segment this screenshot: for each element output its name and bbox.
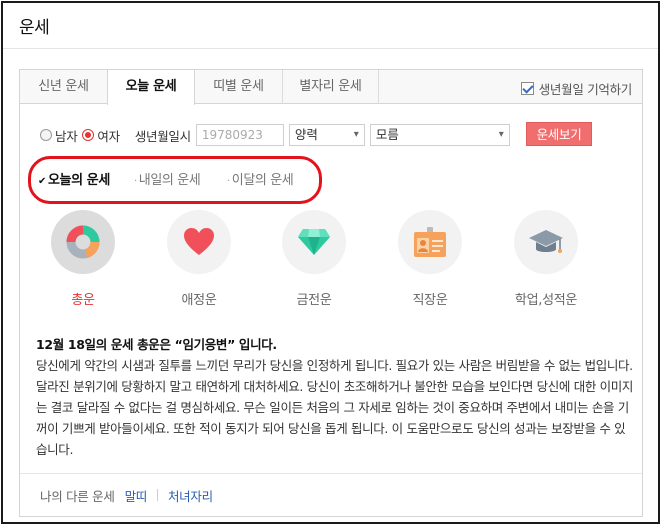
donut-chart-icon	[51, 210, 115, 274]
category-money[interactable]: 금전운	[281, 210, 347, 308]
check-icon: ✔	[38, 176, 46, 187]
diamond-icon	[282, 210, 346, 274]
birth-label: 생년월일시	[134, 128, 191, 144]
header: 운세	[3, 3, 658, 49]
category-overall[interactable]: 총운	[50, 210, 116, 308]
id-badge-icon	[398, 210, 462, 274]
tab-constellation[interactable]: 별자리 운세	[283, 70, 379, 104]
subtab-today-label: 오늘의 운세	[47, 173, 110, 188]
view-fortune-button[interactable]: 운세보기	[526, 122, 592, 146]
gender-female-radio[interactable]	[82, 129, 95, 141]
subtab-today[interactable]: ✔ 오늘의 운세	[38, 169, 110, 188]
fortune-title: 12월 18일의 운세 총운은 “임기응변” 입니다.	[36, 337, 277, 352]
category-love[interactable]: 애정운	[166, 210, 232, 308]
link-horse-zodiac[interactable]: 말띠	[125, 486, 148, 505]
remember-label: 생년월일 기억하기	[538, 82, 633, 97]
gender-female-label: 여자	[97, 128, 120, 144]
other-fortunes: 나의 다른 운세 말띠 처녀자리	[20, 473, 642, 516]
subtab-this-month[interactable]: · 이달의 운세	[227, 169, 294, 188]
tab-zodiac-animal[interactable]: 띠별 운세	[195, 70, 283, 104]
fortune-panel: 신년 운세 오늘 운세 띠별 운세 별자리 운세 생년월일 기억하기 남자 여자…	[19, 69, 643, 517]
subtab-this-month-label: 이달의 운세	[231, 173, 294, 188]
calendar-select[interactable]: 양력	[288, 124, 365, 146]
tab-bar: 신년 운세 오늘 운세 띠별 운세 별자리 운세 생년월일 기억하기	[20, 70, 642, 105]
footer-divider	[156, 489, 158, 501]
category-overall-label: 총운	[71, 293, 95, 308]
other-fortunes-label: 나의 다른 운세	[40, 488, 115, 504]
tab-new-year[interactable]: 신년 운세	[20, 70, 108, 104]
birthdate-input[interactable]: 19780923	[195, 124, 284, 146]
subtab-tomorrow[interactable]: · 내일의 운세	[134, 169, 201, 188]
category-study-label: 학업,성적운	[514, 293, 578, 308]
bullet-icon: ·	[227, 176, 230, 187]
category-work[interactable]: 직장운	[397, 210, 463, 308]
birth-form: 남자 여자 생년월일시 19780923 양력 모름	[40, 124, 510, 146]
heart-icon	[167, 210, 231, 274]
category-love-label: 애정운	[181, 293, 217, 308]
birth-time-select[interactable]: 모름	[369, 124, 510, 146]
subtab-tomorrow-label: 내일의 운세	[138, 173, 201, 188]
fortune-body: 당신에게 약간의 시샘과 질투를 느끼던 무리가 당신을 인정하게 됩니다. 필…	[36, 358, 634, 457]
graduation-cap-icon	[514, 210, 578, 274]
gender-male-radio[interactable]	[40, 129, 52, 141]
category-study[interactable]: 학업,성적운	[513, 210, 579, 308]
remember-birthdate[interactable]: 생년월일 기억하기	[520, 79, 633, 98]
window-frame: 운세 신년 운세 오늘 운세 띠별 운세 별자리 운세 생년월일 기억하기 남자…	[1, 1, 660, 524]
remember-checkbox[interactable]	[520, 82, 534, 95]
gender-male-label: 남자	[55, 128, 78, 144]
tab-today[interactable]: 오늘 운세	[107, 70, 195, 105]
page-title: 운세	[19, 18, 50, 38]
bullet-icon: ·	[134, 176, 137, 187]
category-money-label: 금전운	[296, 293, 332, 308]
category-work-label: 직장운	[412, 293, 448, 308]
link-virgo[interactable]: 처녀자리	[168, 486, 213, 505]
fortune-text: 12월 18일의 운세 총운은 “임기응변” 입니다. 당신에게 약간의 시샘과…	[36, 334, 636, 460]
